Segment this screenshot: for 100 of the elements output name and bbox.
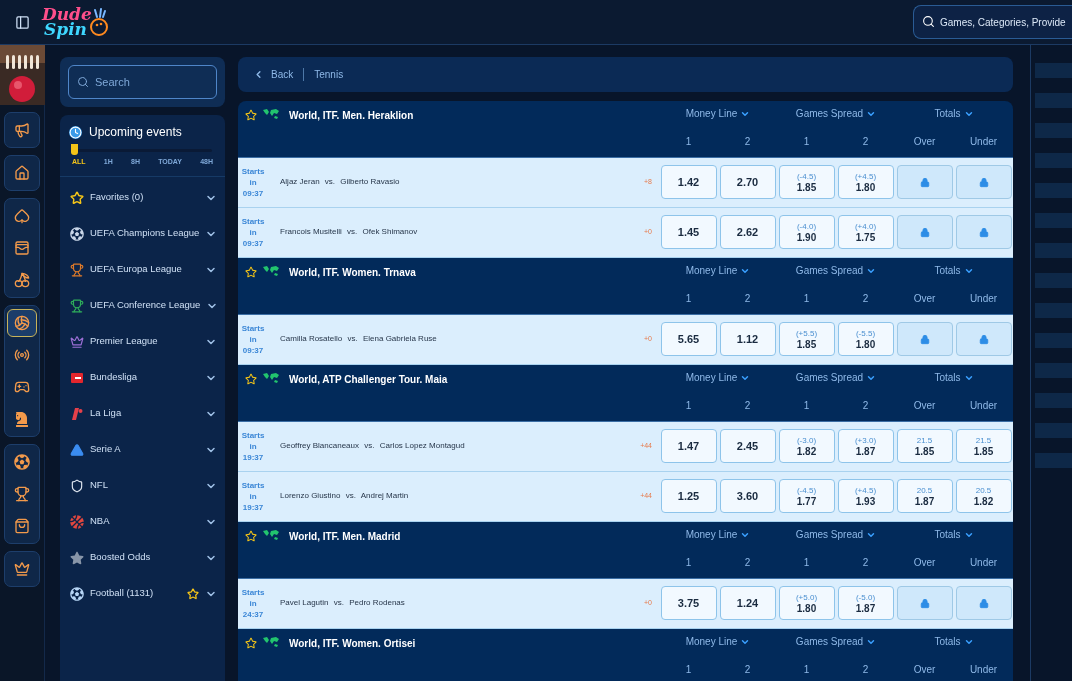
odds-button[interactable]: 1.25 <box>660 479 717 514</box>
market-dropdown[interactable]: Totals <box>895 263 1013 279</box>
odds-button[interactable]: 1.45 <box>660 215 717 250</box>
column-heading: Over <box>912 292 937 307</box>
market-dropdown[interactable]: Money Line <box>659 263 777 279</box>
odds-button[interactable]: 2.45 <box>719 429 776 464</box>
locked-odds-button[interactable] <box>896 215 953 250</box>
column-heading: 2 <box>743 292 752 307</box>
league-item[interactable]: Favorites (0) <box>60 179 225 216</box>
lock-icon <box>919 226 930 238</box>
column-heading: 2 <box>861 135 870 150</box>
odds-button[interactable]: 21.5 1.85 <box>896 429 953 464</box>
odds-button[interactable]: 3.60 <box>719 479 776 514</box>
odds-button[interactable]: (-5.5) 1.80 <box>837 322 894 357</box>
column-heading: 1 <box>684 399 693 414</box>
odds-button[interactable]: 2.70 <box>719 165 776 200</box>
league-item[interactable]: UEFA Europa League <box>60 251 225 288</box>
star-icon[interactable] <box>187 587 199 600</box>
start-time: Starts in 19:37 <box>240 479 266 513</box>
market-dropdown[interactable]: Money Line <box>659 527 777 543</box>
odds-button[interactable]: (+5.5) 1.85 <box>778 322 835 357</box>
league-item[interactable]: UEFA Conference League <box>60 287 225 324</box>
market-dropdown[interactable]: Totals <box>895 527 1013 543</box>
odds-button[interactable]: 20.5 1.87 <box>896 479 953 514</box>
column-heading: Over <box>912 399 937 414</box>
locked-odds-button[interactable] <box>955 215 1012 250</box>
column-heading: 2 <box>861 663 870 678</box>
locked-odds-button[interactable] <box>955 586 1012 621</box>
league-item[interactable]: Serie A <box>60 431 225 468</box>
league-item[interactable]: UEFA Champions League <box>60 215 225 252</box>
odds-button[interactable]: 1.24 <box>719 586 776 621</box>
odds-button[interactable]: (+4.5) 1.80 <box>837 165 894 200</box>
sidebar-toggle-icon[interactable] <box>15 14 30 30</box>
star-icon[interactable] <box>245 372 257 385</box>
globe-map-icon <box>262 528 280 541</box>
home-icon <box>14 165 30 181</box>
odds-button[interactable]: 21.5 1.85 <box>955 429 1012 464</box>
league-item[interactable]: Football (1131) <box>60 575 225 612</box>
clock-icon <box>69 125 82 139</box>
odds-button[interactable]: (-4.5) 1.77 <box>778 479 835 514</box>
crown-icon <box>70 334 84 349</box>
locked-odds-button[interactable] <box>955 322 1012 357</box>
league-item[interactable]: La Liga <box>60 395 225 432</box>
odds-button[interactable]: (-3.0) 1.82 <box>778 429 835 464</box>
league-item[interactable]: NBA <box>60 503 225 540</box>
column-heading: 2 <box>743 399 752 414</box>
market-dropdown[interactable]: Money Line <box>659 370 777 386</box>
star-icon[interactable] <box>245 108 257 121</box>
star-icon[interactable] <box>245 529 257 542</box>
odds-button[interactable]: (-4.0) 1.90 <box>778 215 835 250</box>
column-heading: Under <box>968 556 999 571</box>
odds-button[interactable]: 1.47 <box>660 429 717 464</box>
league-item[interactable]: NFL <box>60 467 225 504</box>
odds-button[interactable]: 1.12 <box>719 322 776 357</box>
league-name: UEFA Conference League <box>90 298 201 313</box>
search-field[interactable]: Search <box>68 65 217 99</box>
odds-button[interactable]: (+4.0) 1.75 <box>837 215 894 250</box>
odds-button[interactable]: 20.5 1.82 <box>955 479 1012 514</box>
nav-button[interactable] <box>7 309 37 337</box>
star-icon[interactable] <box>245 265 257 278</box>
market-dropdown[interactable]: Games Spread <box>777 370 895 386</box>
odds-button[interactable]: (-4.5) 1.85 <box>778 165 835 200</box>
market-dropdown[interactable]: Games Spread <box>777 106 895 122</box>
league-item[interactable]: Bundesliga <box>60 359 225 396</box>
locked-odds-button[interactable] <box>896 165 953 200</box>
back-link[interactable]: Back <box>253 66 294 82</box>
placeholder-bar <box>1035 423 1072 438</box>
odds-button[interactable]: 3.75 <box>660 586 717 621</box>
lock-icon <box>919 333 930 345</box>
match-teams: Pavel Lagutin vs. Pedro Rodenas <box>280 597 406 610</box>
locked-odds-button[interactable] <box>896 322 953 357</box>
market-dropdown[interactable]: Games Spread <box>777 527 895 543</box>
column-heading: 1 <box>802 663 811 678</box>
time-slider[interactable] <box>71 144 214 156</box>
globe-map-icon <box>262 264 280 277</box>
slider-thumb[interactable] <box>71 144 78 155</box>
odds-button[interactable]: (+3.0) 1.87 <box>837 429 894 464</box>
odds-button[interactable]: 5.65 <box>660 322 717 357</box>
market-dropdown[interactable]: Totals <box>895 106 1013 122</box>
odds-button[interactable]: (+5.0) 1.80 <box>778 586 835 621</box>
market-dropdown[interactable]: Money Line <box>659 106 777 122</box>
column-heading: Under <box>968 663 999 678</box>
star-icon[interactable] <box>245 636 257 649</box>
league-name: Premier League <box>90 334 159 349</box>
odds-button[interactable]: 1.42 <box>660 165 717 200</box>
odds-button[interactable]: (+4.5) 1.93 <box>837 479 894 514</box>
league-item[interactable]: Premier League <box>60 323 225 360</box>
bag-icon <box>14 518 30 534</box>
market-dropdown[interactable]: Totals <box>895 370 1013 386</box>
market-dropdown[interactable]: Games Spread <box>777 263 895 279</box>
locked-odds-button[interactable] <box>955 165 1012 200</box>
market-dropdown[interactable]: Money Line <box>659 634 777 650</box>
market-dropdown[interactable]: Games Spread <box>777 634 895 650</box>
odds-button[interactable]: (-5.0) 1.87 <box>837 586 894 621</box>
search-field[interactable]: Games, Categories, Provide <box>913 5 1072 39</box>
odds-button[interactable]: 2.62 <box>719 215 776 250</box>
locked-odds-button[interactable] <box>896 586 953 621</box>
market-dropdown[interactable]: Totals <box>895 634 1013 650</box>
league-item[interactable]: Boosted Odds <box>60 539 225 576</box>
lock-icon <box>919 176 930 188</box>
